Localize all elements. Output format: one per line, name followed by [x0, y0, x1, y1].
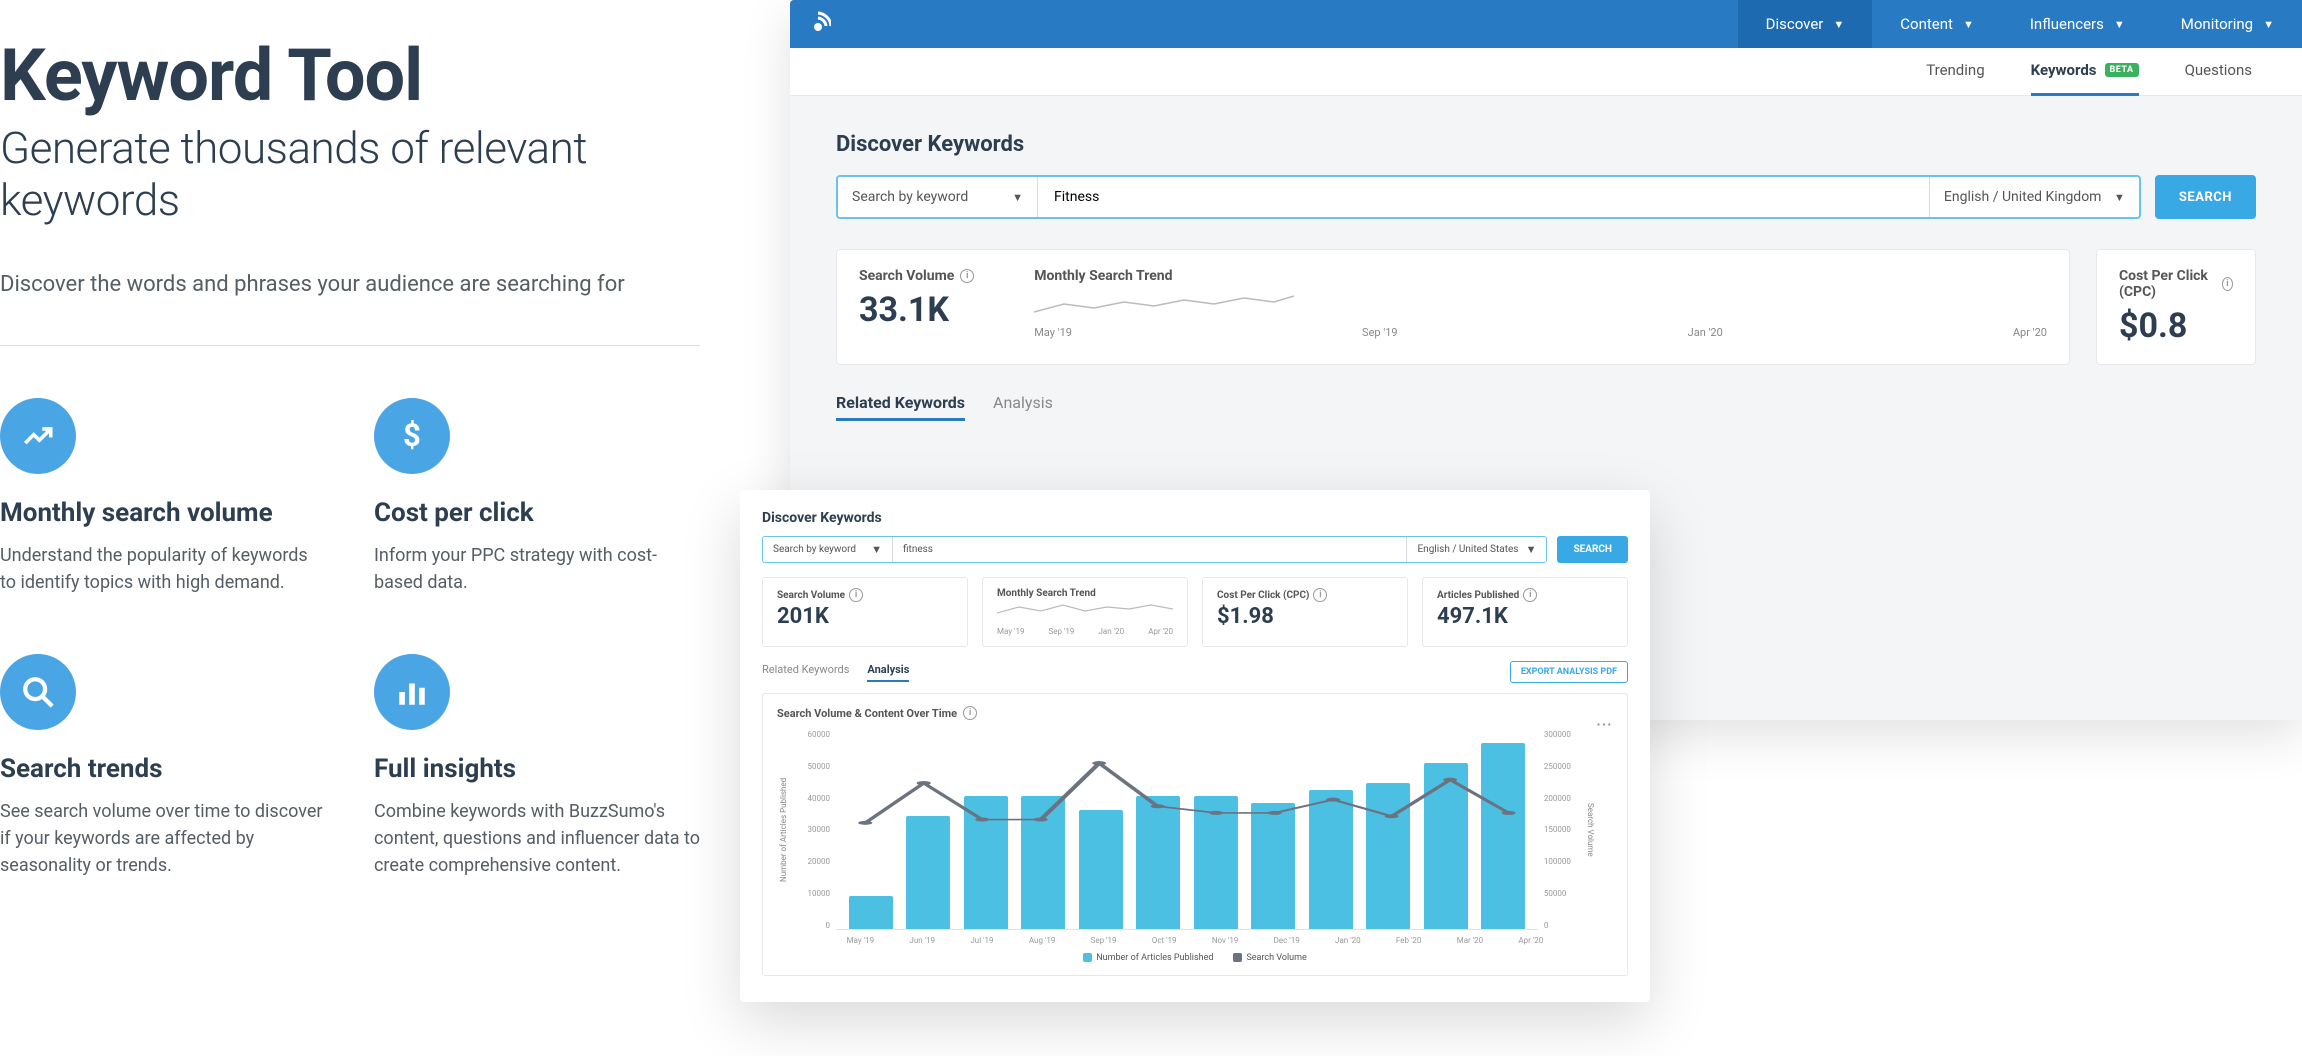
- info-icon[interactable]: i: [2222, 277, 2233, 291]
- page-subtitle: Generate thousands of relevant keywords: [0, 122, 700, 226]
- bars-icon: [374, 654, 450, 730]
- nav-monitoring[interactable]: Monitoring▼: [2153, 0, 2302, 48]
- feature-dollar: $ Cost per click Inform your PPC strategy …: [374, 398, 700, 596]
- app-logo-icon: [790, 11, 846, 37]
- feature-desc: Inform your PPC strategy with cost-based…: [374, 542, 700, 596]
- metric-card-cpc: Cost Per Click (CPC)i $1.98: [1202, 577, 1408, 647]
- y-axis-left-ticks: 6000050000400003000020000100000: [790, 730, 836, 930]
- page-title: Keyword Tool: [0, 40, 700, 112]
- y-axis-right-label: Search Volume: [1584, 730, 1597, 930]
- search-group: Search by keyword▼ English / United King…: [836, 175, 2141, 219]
- feature-bars: Full insights Combine keywords with BuzzS…: [374, 654, 700, 879]
- feature-desc: Understand the popularity of keywords to…: [0, 542, 326, 596]
- sparkline: [1034, 284, 1294, 320]
- features-grid: Monthly search volume Understand the popu…: [0, 398, 700, 879]
- feature-search: Search trends See search volume over time…: [0, 654, 326, 879]
- chevron-down-icon: ▼: [1526, 543, 1537, 556]
- chart-plot: [836, 730, 1538, 930]
- tab-trending[interactable]: Trending: [1926, 47, 1984, 96]
- top-nav: Discover▼Content▼Influencers▼Monitoring▼: [790, 0, 2302, 48]
- feature-desc: See search volume over time to discover …: [0, 798, 326, 879]
- export-pdf-button[interactable]: EXPORT ANALYSIS PDF: [1510, 661, 1628, 683]
- search-mode-select[interactable]: Search by keyword▼: [838, 177, 1038, 217]
- nav-influencers[interactable]: Influencers▼: [2002, 0, 2153, 48]
- page-tagline: Discover the words and phrases your audi…: [0, 272, 700, 297]
- metric-card-search-volume: Search Volumei 33.1K Monthly Search Tren…: [836, 249, 2070, 365]
- feature-desc: Combine keywords with BuzzSumo's content…: [374, 798, 700, 879]
- section-heading: Discover Keywords: [836, 132, 2256, 157]
- nav-discover[interactable]: Discover▼: [1738, 0, 1873, 48]
- chart-more-menu[interactable]: •••: [1597, 720, 1613, 731]
- chart-legend: Number of Articles Published Search Volu…: [777, 953, 1613, 963]
- tab-questions[interactable]: Questions: [2185, 47, 2252, 96]
- info-icon[interactable]: i: [849, 588, 863, 602]
- trend-icon: [0, 398, 76, 474]
- metric-card-trend: Monthly Search Trend May '19Sep '19Jan '…: [982, 577, 1188, 647]
- tab-related-keywords[interactable]: Related Keywords: [762, 663, 849, 682]
- info-icon[interactable]: i: [1523, 588, 1537, 602]
- chevron-down-icon: ▼: [1012, 191, 1023, 204]
- search-button[interactable]: SEARCH: [1557, 536, 1628, 563]
- search-icon: [0, 654, 76, 730]
- chevron-down-icon: ▼: [2114, 18, 2125, 31]
- chevron-down-icon: ▼: [1963, 18, 1974, 31]
- sub-nav: Trending Keywords BETA Questions: [790, 48, 2302, 96]
- keyword-input[interactable]: fitness: [893, 537, 1406, 562]
- metric-card-cpc: Cost Per Click (CPC)i $0.8: [2096, 249, 2256, 365]
- info-icon[interactable]: i: [963, 706, 977, 720]
- language-select[interactable]: English / United Kingdom▼: [1929, 177, 2139, 217]
- badge-beta: BETA: [2105, 63, 2139, 77]
- chart-card: Search Volume & Content Over Time i ••• …: [762, 693, 1628, 976]
- chevron-down-icon: ▼: [1833, 18, 1844, 31]
- tab-keywords[interactable]: Keywords BETA: [2031, 47, 2139, 96]
- feature-title: Cost per click: [374, 498, 700, 528]
- chevron-down-icon: ▼: [2114, 191, 2125, 204]
- metric-card-articles-published: Articles Publishedi 497.1K: [1422, 577, 1628, 647]
- svg-text:$: $: [403, 419, 421, 453]
- feature-title: Full insights: [374, 754, 700, 784]
- y-axis-right-ticks: 300000250000200000150000100000500000: [1538, 730, 1584, 930]
- dollar-icon: $: [374, 398, 450, 474]
- search-mode-select[interactable]: Search by keyword▼: [763, 537, 893, 562]
- search-volume-value: 33.1K: [859, 290, 974, 330]
- tab-analysis[interactable]: Analysis: [993, 393, 1053, 421]
- info-icon[interactable]: i: [1313, 588, 1327, 602]
- metric-card-search-volume: Search Volumei 201K: [762, 577, 968, 647]
- nav-content[interactable]: Content▼: [1872, 0, 2002, 48]
- sparkline: [997, 599, 1173, 619]
- tab-analysis[interactable]: Analysis: [867, 663, 909, 682]
- feature-title: Search trends: [0, 754, 326, 784]
- chevron-down-icon: ▼: [2263, 18, 2274, 31]
- y-axis-left-label: Number of Articles Published: [777, 730, 790, 930]
- apps-preview: Discover▼Content▼Influencers▼Monitoring▼…: [740, 0, 2302, 1056]
- tab-related-keywords[interactable]: Related Keywords: [836, 393, 965, 421]
- feature-title: Monthly search volume: [0, 498, 326, 528]
- divider: [0, 345, 700, 346]
- marketing-panel: Keyword Tool Generate thousands of relev…: [0, 0, 740, 1056]
- feature-trend: Monthly search volume Understand the popu…: [0, 398, 326, 596]
- chart-line: [836, 730, 1538, 929]
- cpc-value: $0.8: [2119, 306, 2233, 346]
- x-axis-labels: May '19Jun '19Jul '19Aug '19Sep '19Oct '…: [777, 936, 1613, 945]
- info-icon[interactable]: i: [960, 269, 974, 283]
- section-heading: Discover Keywords: [762, 510, 1628, 526]
- search-group: Search by keyword▼ fitness English / Uni…: [762, 536, 1547, 563]
- app-screenshot-secondary: Discover Keywords Search by keyword▼ fit…: [740, 490, 1650, 1002]
- search-button[interactable]: SEARCH: [2155, 175, 2256, 219]
- chevron-down-icon: ▼: [871, 543, 882, 556]
- language-select[interactable]: English / United States▼: [1406, 537, 1546, 562]
- keyword-input[interactable]: [1038, 177, 1929, 217]
